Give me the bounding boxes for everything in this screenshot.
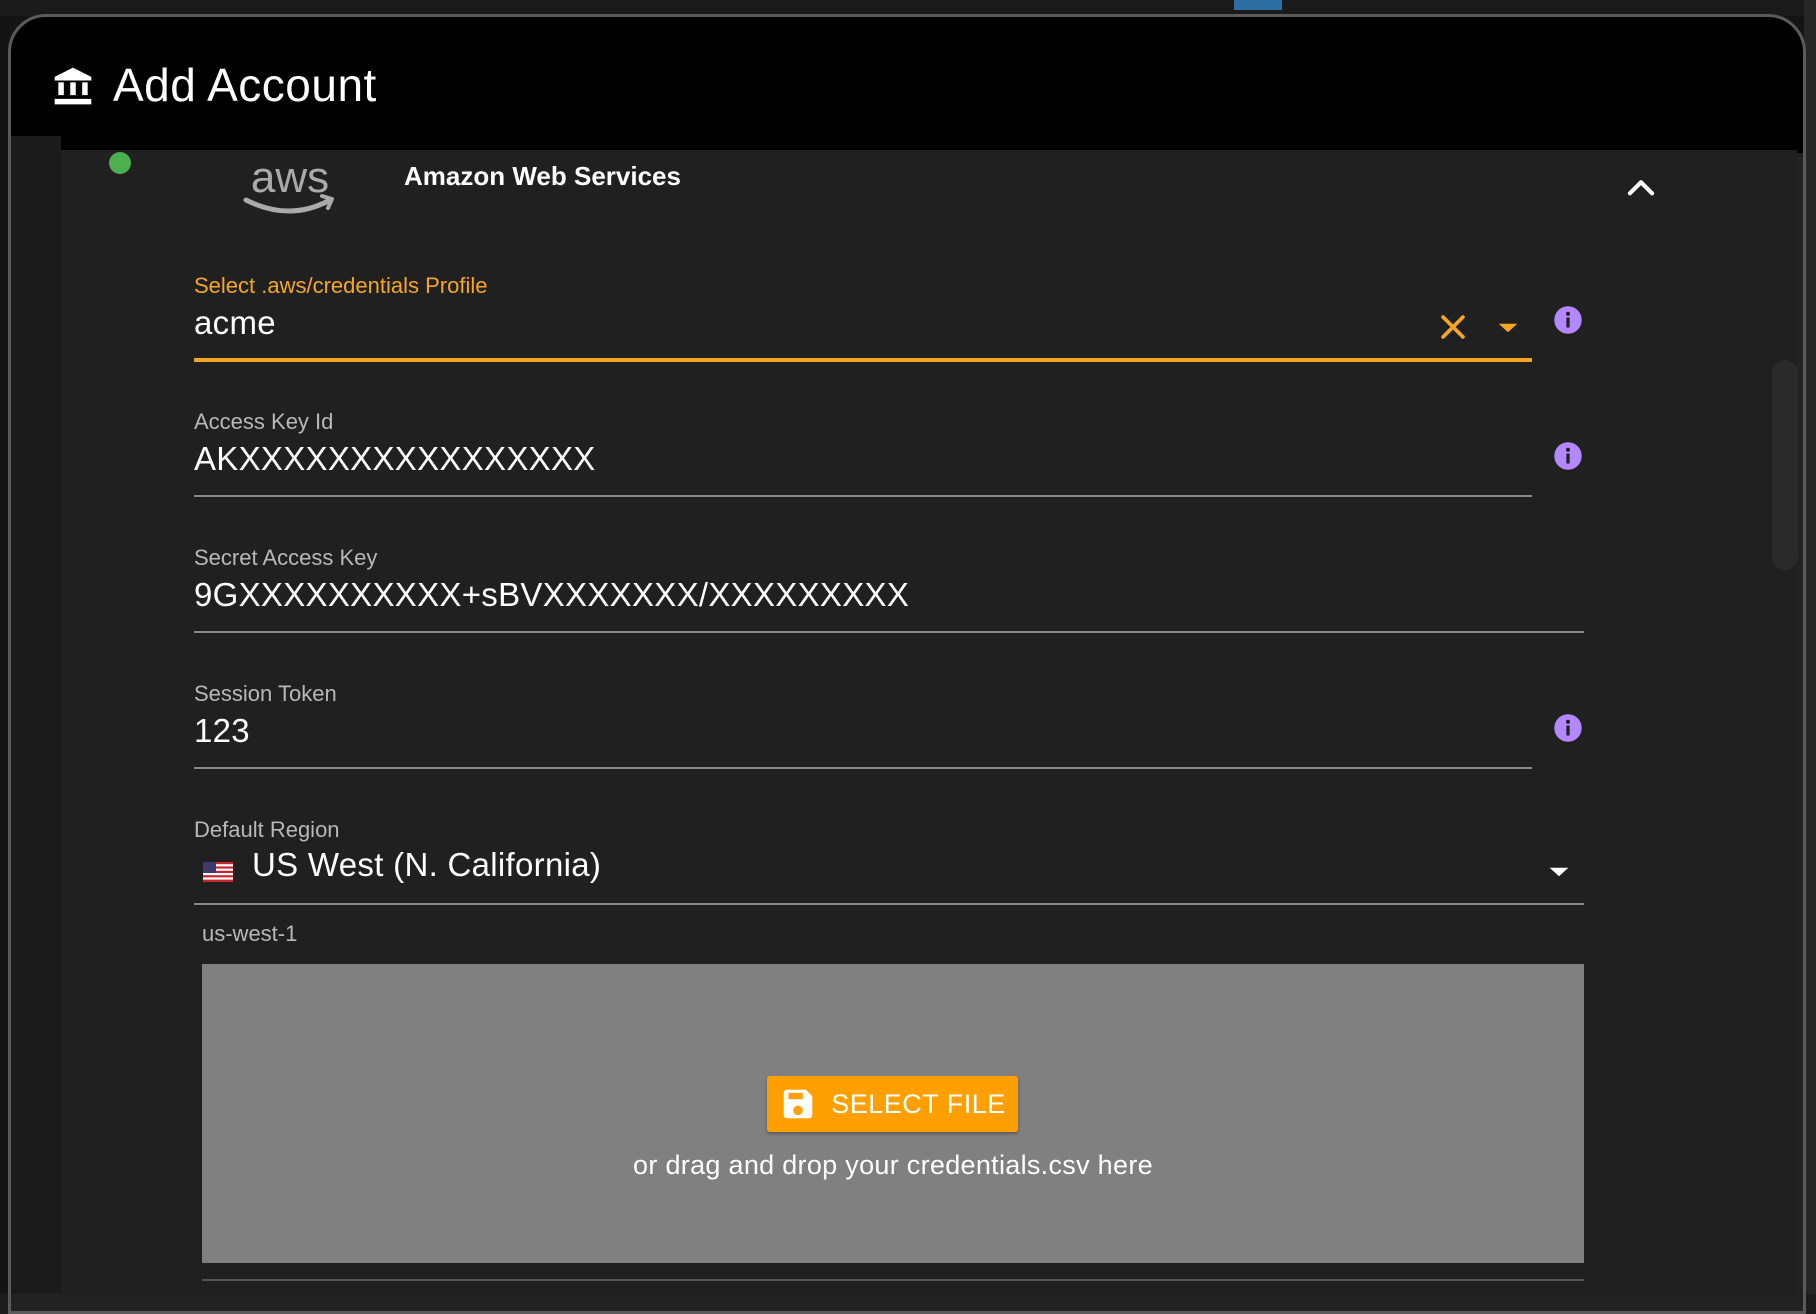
profile-dropdown-arrow-icon[interactable]: [1497, 322, 1519, 334]
dialog-title: Add Account: [113, 55, 377, 115]
bottom-divider: [202, 1279, 1584, 1281]
us-flag-icon: [203, 862, 233, 882]
session-token-field[interactable]: Session Token 123: [194, 680, 1532, 770]
provider-name: Amazon Web Services: [404, 160, 681, 192]
backdrop-tab-indicator: [1234, 0, 1282, 10]
select-file-label: SELECT FILE: [831, 1089, 1006, 1120]
clear-icon[interactable]: [1436, 310, 1470, 344]
bank-icon: [51, 64, 95, 108]
session-token-label: Session Token: [194, 680, 1532, 708]
select-file-button[interactable]: SELECT FILE: [767, 1076, 1018, 1132]
secret-access-key-value: 9GXXXXXXXXXX+sBVXXXXXXX/XXXXXXXXX: [194, 574, 1584, 616]
profile-label: Select .aws/credentials Profile: [194, 272, 1532, 300]
session-token-underline: [194, 767, 1532, 769]
access-key-id-label: Access Key Id: [194, 408, 1532, 436]
content-gutter: [11, 136, 61, 1294]
secret-access-key-label: Secret Access Key: [194, 544, 1584, 572]
default-region-underline: [194, 903, 1584, 905]
secret-access-key-field[interactable]: Secret Access Key 9GXXXXXXXXXX+sBVXXXXXX…: [194, 544, 1584, 634]
svg-text:aws: aws: [251, 156, 329, 202]
default-region-select[interactable]: Default Region US West (N. California): [194, 816, 1584, 906]
dialog-titlebar: Add Account: [11, 17, 1803, 153]
chevron-up-icon[interactable]: [1622, 168, 1660, 206]
aws-logo-icon: aws: [238, 156, 342, 224]
profile-info-icon[interactable]: [1553, 305, 1583, 335]
profile-value: acme: [194, 302, 1532, 344]
access-key-id-field[interactable]: Access Key Id AKXXXXXXXXXXXXXXXX: [194, 408, 1532, 498]
profile-underline: [194, 358, 1532, 362]
profile-select[interactable]: Select .aws/credentials Profile acme: [194, 272, 1532, 362]
save-icon: [779, 1085, 817, 1123]
access-key-id-underline: [194, 495, 1532, 497]
region-dropdown-arrow-icon[interactable]: [1548, 866, 1570, 878]
status-indicator: [109, 152, 131, 174]
session-token-info-icon[interactable]: [1553, 713, 1583, 743]
secret-access-key-underline: [194, 631, 1584, 633]
default-region-value: US West (N. California): [194, 844, 1584, 886]
dropzone-hint: or drag and drop your credentials.csv he…: [202, 1148, 1584, 1182]
session-token-value: 123: [194, 710, 1532, 752]
access-key-id-value: AKXXXXXXXXXXXXXXXX: [194, 438, 1532, 480]
access-key-info-icon[interactable]: [1553, 441, 1583, 471]
region-code-helper: us-west-1: [202, 920, 297, 948]
default-region-label: Default Region: [194, 816, 1584, 844]
scrollbar-thumb[interactable]: [1772, 360, 1798, 570]
